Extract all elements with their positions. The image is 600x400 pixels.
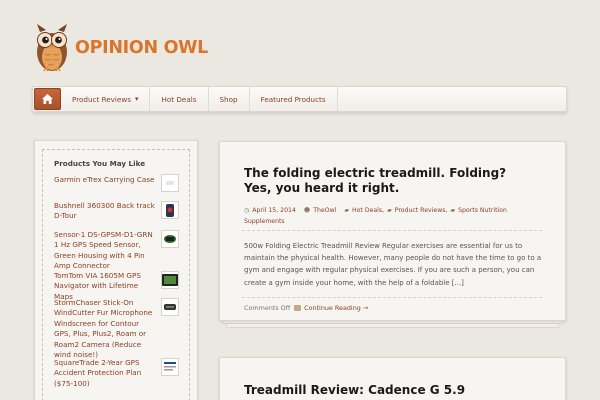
nav-item-label: Shop xyxy=(219,94,238,104)
nav-item-shop[interactable]: Shop xyxy=(209,87,250,111)
product-link[interactable]: Bushnell 360300 Back track D-Tour xyxy=(54,201,158,222)
product-thumbnail[interactable] xyxy=(161,358,179,376)
product-thumbnail[interactable] xyxy=(161,174,179,192)
category-link[interactable]: Sports Nutrition xyxy=(458,205,507,216)
category-link[interactable]: Product Reviews, xyxy=(395,205,448,216)
product-thumbnail[interactable] xyxy=(161,230,179,248)
folder-icon: ▰ xyxy=(344,207,349,214)
post-card: The folding electric treadmill. Folding?… xyxy=(219,141,566,321)
product-item[interactable]: Sensor-1 DS-GPSM-D1-GRN 1 Hz GPS Speed S… xyxy=(54,230,189,271)
user-icon: ☻ xyxy=(303,207,311,214)
product-thumbnail[interactable] xyxy=(161,271,179,289)
post-meta: ◷ April 15, 2014 ☻ TheOwl ▰ Hot Deals, ▰… xyxy=(244,205,554,227)
post-card: Treadmill Review: Cadence G 5.9 xyxy=(219,357,566,400)
product-thumbnail[interactable] xyxy=(161,201,179,219)
continue-reading-link[interactable]: Continue Reading → xyxy=(294,304,368,312)
widget-title: Products You May Like xyxy=(54,159,146,168)
category-link[interactable]: Hot Deals, xyxy=(352,205,384,216)
site-logo[interactable]: OPINION OWL xyxy=(33,24,208,74)
product-item[interactable]: TomTom VIA 1605M GPS Navigator with Life… xyxy=(54,271,189,301)
post-date: ◷ April 15, 2014 xyxy=(244,207,296,214)
nav-item-hot-deals[interactable]: Hot Deals xyxy=(150,87,209,111)
product-link[interactable]: Garmin eTrex Carrying Case xyxy=(54,175,158,185)
post-excerpt: 500w Folding Electric Treadmill Review R… xyxy=(244,242,542,287)
post-author[interactable]: ☻ TheOwl xyxy=(304,205,336,216)
home-button[interactable] xyxy=(34,88,61,110)
divider xyxy=(242,230,542,231)
gps-device-icon xyxy=(166,203,174,217)
product-item[interactable]: Bushnell 360300 Back track D-Tour xyxy=(54,201,189,230)
product-thumbnail[interactable] xyxy=(161,298,179,316)
clock-icon: ◷ xyxy=(244,207,250,214)
nav-item-label: Product Reviews xyxy=(72,94,131,104)
site-title: OPINION OWL xyxy=(75,38,209,58)
product-item[interactable]: SquareTrade 2-Year GPS Accident Protecti… xyxy=(54,358,189,390)
product-item[interactable]: StormChaser Stick-On WindCutter Fur Micr… xyxy=(54,298,189,360)
post-footer: Comments Off Continue Reading → xyxy=(244,304,368,312)
owl-icon xyxy=(37,24,67,72)
speed-sensor-icon xyxy=(164,235,176,243)
nav-item-label: Hot Deals xyxy=(161,94,197,104)
windscreen-icon xyxy=(164,304,176,310)
product-item[interactable]: Garmin eTrex Carrying Case xyxy=(54,174,189,201)
main-nav: Product Reviews ▾ Hot Deals Shop Feature… xyxy=(32,86,567,112)
nav-item-product-reviews[interactable]: Product Reviews ▾ xyxy=(61,87,151,111)
product-link[interactable]: SquareTrade 2-Year GPS Accident Protecti… xyxy=(54,358,158,389)
category-link[interactable]: Supplements xyxy=(244,216,285,227)
chevron-down-icon: ▾ xyxy=(134,95,139,103)
post-title[interactable]: Treadmill Review: Cadence G 5.9 xyxy=(244,383,465,398)
folder-icon xyxy=(294,305,302,311)
product-link[interactable]: Sensor-1 DS-GPSM-D1-GRN 1 Hz GPS Speed S… xyxy=(54,230,158,272)
nav-item-featured-products[interactable]: Featured Products xyxy=(250,87,338,111)
gps-navigator-icon xyxy=(162,274,178,286)
product-link-tail: ($75-100) xyxy=(54,378,90,388)
home-icon xyxy=(42,94,53,104)
protection-plan-icon xyxy=(163,360,177,374)
card-stack-edge xyxy=(226,324,559,328)
nav-item-label: Featured Products xyxy=(260,94,326,104)
folder-icon: ▰ xyxy=(387,207,392,214)
case-icon xyxy=(166,181,174,185)
post-categories: ▰ Hot Deals, ▰ Product Reviews, ▰ Sports… xyxy=(344,205,507,216)
post-title[interactable]: The folding electric treadmill. Folding?… xyxy=(244,166,506,196)
comments-status: Comments Off xyxy=(244,304,291,312)
divider xyxy=(242,297,542,298)
product-link[interactable]: StormChaser Stick-On WindCutter Fur Micr… xyxy=(54,298,158,360)
product-list: Products You May Like Garmin eTrex Carry… xyxy=(42,149,190,400)
folder-icon: ▰ xyxy=(450,207,456,214)
sidebar-widget: Products You May Like Garmin eTrex Carry… xyxy=(34,140,198,400)
